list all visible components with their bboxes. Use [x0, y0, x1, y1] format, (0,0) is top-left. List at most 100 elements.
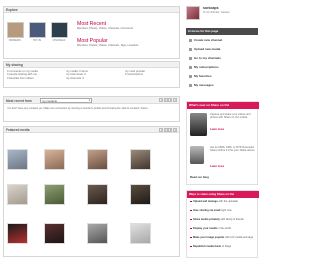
contacts-select[interactable]: my contacts ▾ — [40, 98, 92, 103]
bullet-icon — [190, 236, 192, 239]
explore-thumb-label-3[interactable]: CHANNEL4 — [49, 39, 69, 42]
most-recent-from-panel: Most recent from my contacts ▾ 1234 You … — [3, 96, 180, 122]
featured-image[interactable] — [7, 184, 28, 205]
most-recent-sub: Members, Photos, Videos, Channels, Comme… — [77, 27, 134, 30]
featured-image[interactable] — [7, 149, 28, 170]
featured-image[interactable] — [130, 149, 151, 170]
to-do-item[interactable]: My messages — [189, 82, 253, 88]
pager-4[interactable]: 4 — [173, 128, 177, 132]
to-do-item-label: Upload new media — [194, 47, 221, 51]
tip-rest: in the world — [217, 227, 231, 230]
profile-meta: On On Dirt Est. Vietnam — [203, 11, 230, 14]
tip-item[interactable]: Give sharing via email right now — [190, 209, 254, 212]
whats-new-text-1: Capture and share your videos and photos… — [210, 113, 251, 120]
tip-rest: with rich media and tags — [225, 236, 253, 239]
to-do-item[interactable]: My favorites — [189, 73, 253, 79]
explore-thumb-1[interactable] — [7, 22, 24, 38]
to-do-item[interactable]: Go to my channels — [189, 55, 253, 61]
explore-thumb-label-1[interactable]: BIOMEDIS — [5, 39, 25, 42]
explore-thumb-3[interactable] — [51, 22, 68, 38]
featured-image[interactable] — [130, 184, 151, 205]
tip-rest: with family & friends — [220, 218, 244, 221]
featured-image[interactable] — [87, 223, 108, 244]
whats-new-header: What's new on Share on Ovi — [187, 102, 259, 109]
most-popular-sub: Members, Photos, Videos, Channels, Tags,… — [77, 44, 139, 47]
featured-image[interactable] — [87, 184, 108, 205]
bullet-icon — [190, 227, 192, 230]
tip-item[interactable]: Display your media in the world — [190, 227, 254, 230]
tip-bold: Share media privately — [193, 218, 220, 221]
most-recent-from-label: Most recent from — [6, 98, 32, 103]
featured-image[interactable] — [44, 223, 65, 244]
profile-name[interactable]: sonicaps — [203, 6, 219, 10]
to-do-item-label: Go to my channels — [194, 56, 221, 60]
learn-more-link-2[interactable]: Learn more — [210, 165, 224, 168]
phone-image-2 — [190, 146, 204, 164]
add-channel-icon — [189, 38, 192, 42]
to-do-item-label: Create new channel — [194, 38, 223, 42]
sharing-stats-col3: my most popular 0 subscriptions — [125, 70, 179, 77]
contacts-select-value: my contacts — [42, 99, 57, 103]
explore-panel: Explore BIOMEDIS TRYUS CHANNEL4 Most Rec… — [3, 6, 180, 59]
avatar[interactable] — [186, 6, 200, 20]
pager-3[interactable]: 3 — [168, 98, 173, 103]
explore-header: Explore — [4, 7, 179, 13]
whats-new-text-2: Get an MMS, SMS, or MTP Download Share O… — [210, 146, 255, 153]
sharing-stat[interactable]: my channels: 0 — [66, 77, 120, 80]
my-sharing-header: My sharing — [4, 62, 179, 68]
tip-bold: Display your media — [193, 227, 217, 230]
bullet-icon — [190, 200, 192, 203]
featured-image[interactable] — [130, 223, 151, 244]
upload-icon — [189, 47, 192, 51]
to-do-header: In focus for this page — [186, 28, 258, 35]
whats-new-panel: What's new on Share on Ovi Capture and s… — [186, 101, 259, 185]
profile-box: sonicaps On On Dirt Est. Vietnam — [186, 6, 258, 22]
to-do-item[interactable]: Upload new media — [189, 46, 253, 52]
recent-pager: 1234 — [159, 98, 177, 103]
pager-2[interactable]: 2 — [163, 98, 168, 103]
featured-pager: 1234 — [159, 128, 177, 132]
subscriptions-icon — [189, 65, 192, 69]
tip-rest: with the uploader — [218, 200, 239, 203]
pager-1[interactable]: 1 — [159, 98, 164, 103]
learn-more-link-1[interactable]: Learn more — [210, 128, 224, 131]
pager-3[interactable]: 3 — [168, 128, 173, 132]
to-do-item-label: My subscriptions — [194, 65, 219, 69]
pager-4[interactable]: 4 — [173, 98, 177, 103]
channels-icon — [189, 56, 192, 60]
featured-image[interactable] — [44, 184, 65, 205]
to-do-item-label: My favorites — [194, 74, 212, 78]
to-do-item-label: My messages — [194, 83, 214, 87]
no-contacts-text: You don't have any contacts yet. Make on… — [7, 107, 149, 110]
read-blog-link[interactable]: Read our blog — [190, 175, 209, 179]
pager-1[interactable]: 1 — [159, 128, 164, 132]
bullet-icon — [190, 218, 192, 221]
tips-panel: Ways to share using Share on Ovi Upload … — [186, 190, 259, 258]
featured-header: Featured media — [4, 127, 179, 133]
featured-image[interactable] — [87, 149, 108, 170]
sharing-stat[interactable]: 0 subscriptions — [125, 73, 179, 76]
featured-image[interactable] — [44, 149, 65, 170]
explore-thumb-2[interactable] — [29, 22, 46, 38]
messages-icon — [189, 83, 192, 87]
sharing-stats-col1: 0 comments on my media 0 people sharing … — [7, 70, 61, 80]
tip-bold: Make your image popular — [193, 236, 225, 239]
sharing-stat[interactable]: 0 favorites from others — [7, 77, 61, 80]
my-sharing-panel: My sharing 0 comments on my media 0 peop… — [3, 61, 180, 88]
to-do-item[interactable]: Create new channel — [189, 37, 253, 43]
pager-2[interactable]: 2 — [163, 128, 168, 132]
tip-item[interactable]: Share media privately with family & frie… — [190, 218, 254, 221]
phone-image — [190, 113, 207, 136]
tip-item[interactable]: Republish media feeds to blogs — [190, 245, 254, 248]
tip-rest: to blogs — [222, 245, 232, 248]
featured-image[interactable] — [7, 223, 28, 244]
tip-bold: Give sharing via email — [193, 209, 221, 212]
bullet-icon — [190, 245, 192, 248]
tip-item[interactable]: Upload and manage with the uploader — [190, 200, 254, 203]
to-do-item[interactable]: My subscriptions — [189, 64, 253, 70]
explore-thumb-label-2[interactable]: TRYUS — [27, 39, 47, 42]
favorites-icon — [189, 74, 192, 78]
chevron-down-icon: ▾ — [88, 99, 90, 102]
tip-item[interactable]: Make your image popular with rich media … — [190, 236, 254, 239]
tip-bold: Republish media feeds — [193, 245, 222, 248]
